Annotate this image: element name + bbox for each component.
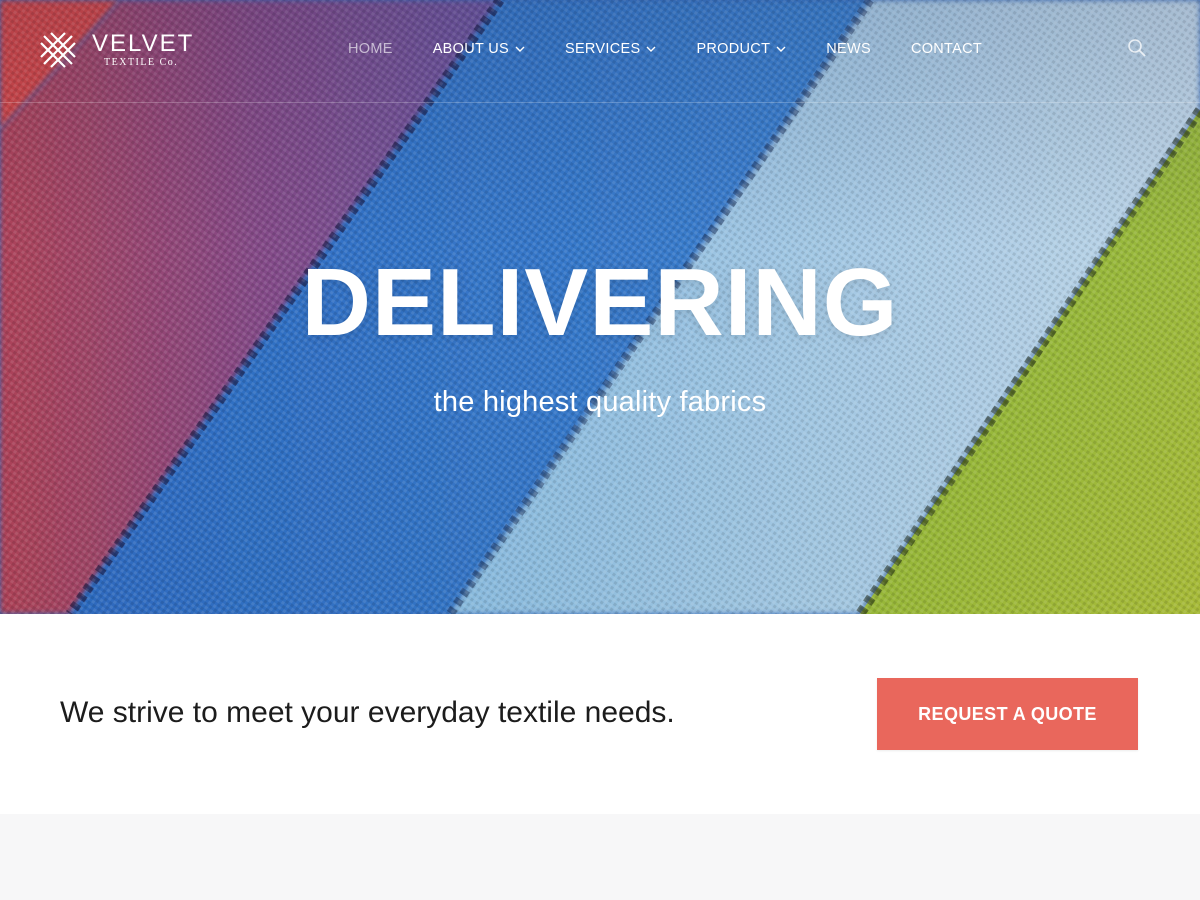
nav-item-about-us[interactable]: ABOUT US <box>433 41 525 57</box>
header-divider <box>0 102 1200 103</box>
hero-title: DELIVERING <box>301 249 899 356</box>
nav-item-contact[interactable]: CONTACT <box>911 41 982 57</box>
hero-subtitle: the highest quality fabrics <box>433 386 767 418</box>
brand-name: VELVET <box>92 30 195 57</box>
nav-item-label: HOME <box>348 41 393 57</box>
request-quote-button[interactable]: REQUEST A QUOTE <box>877 678 1138 750</box>
nav-item-label: SERVICES <box>564 41 641 57</box>
site-header: VELVET TEXTILE Co. HOME ABOUT US SERVICE… <box>0 0 1200 102</box>
chevron-down-icon <box>515 46 525 52</box>
main-nav: HOME ABOUT US SERVICES PRODUCT NEWS CONT… <box>348 38 982 60</box>
brand-logo[interactable]: VELVET TEXTILE Co. <box>38 28 208 72</box>
brand-tagline: TEXTILE Co. <box>104 57 179 68</box>
nav-item-services[interactable]: SERVICES <box>565 41 656 57</box>
nav-item-product[interactable]: PRODUCT <box>696 41 786 57</box>
nav-item-home[interactable]: HOME <box>348 41 393 57</box>
velvet-logo-icon <box>40 32 76 68</box>
nav-item-news[interactable]: NEWS <box>826 41 871 57</box>
chevron-down-icon <box>776 46 786 52</box>
nav-item-label: NEWS <box>826 41 871 57</box>
cta-band: We strive to meet your everyday textile … <box>0 614 1200 814</box>
nav-item-label: PRODUCT <box>696 41 771 57</box>
nav-item-label: CONTACT <box>910 41 983 57</box>
chevron-down-icon <box>646 46 656 52</box>
hero-banner: VELVET TEXTILE Co. HOME ABOUT US SERVICE… <box>0 0 1200 614</box>
lower-section <box>0 814 1200 900</box>
cta-text: We strive to meet your everyday textile … <box>60 696 675 729</box>
nav-item-label: ABOUT US <box>432 41 509 57</box>
search-icon[interactable] <box>1127 38 1147 58</box>
brand-wordmark: VELVET TEXTILE Co. <box>92 31 194 69</box>
